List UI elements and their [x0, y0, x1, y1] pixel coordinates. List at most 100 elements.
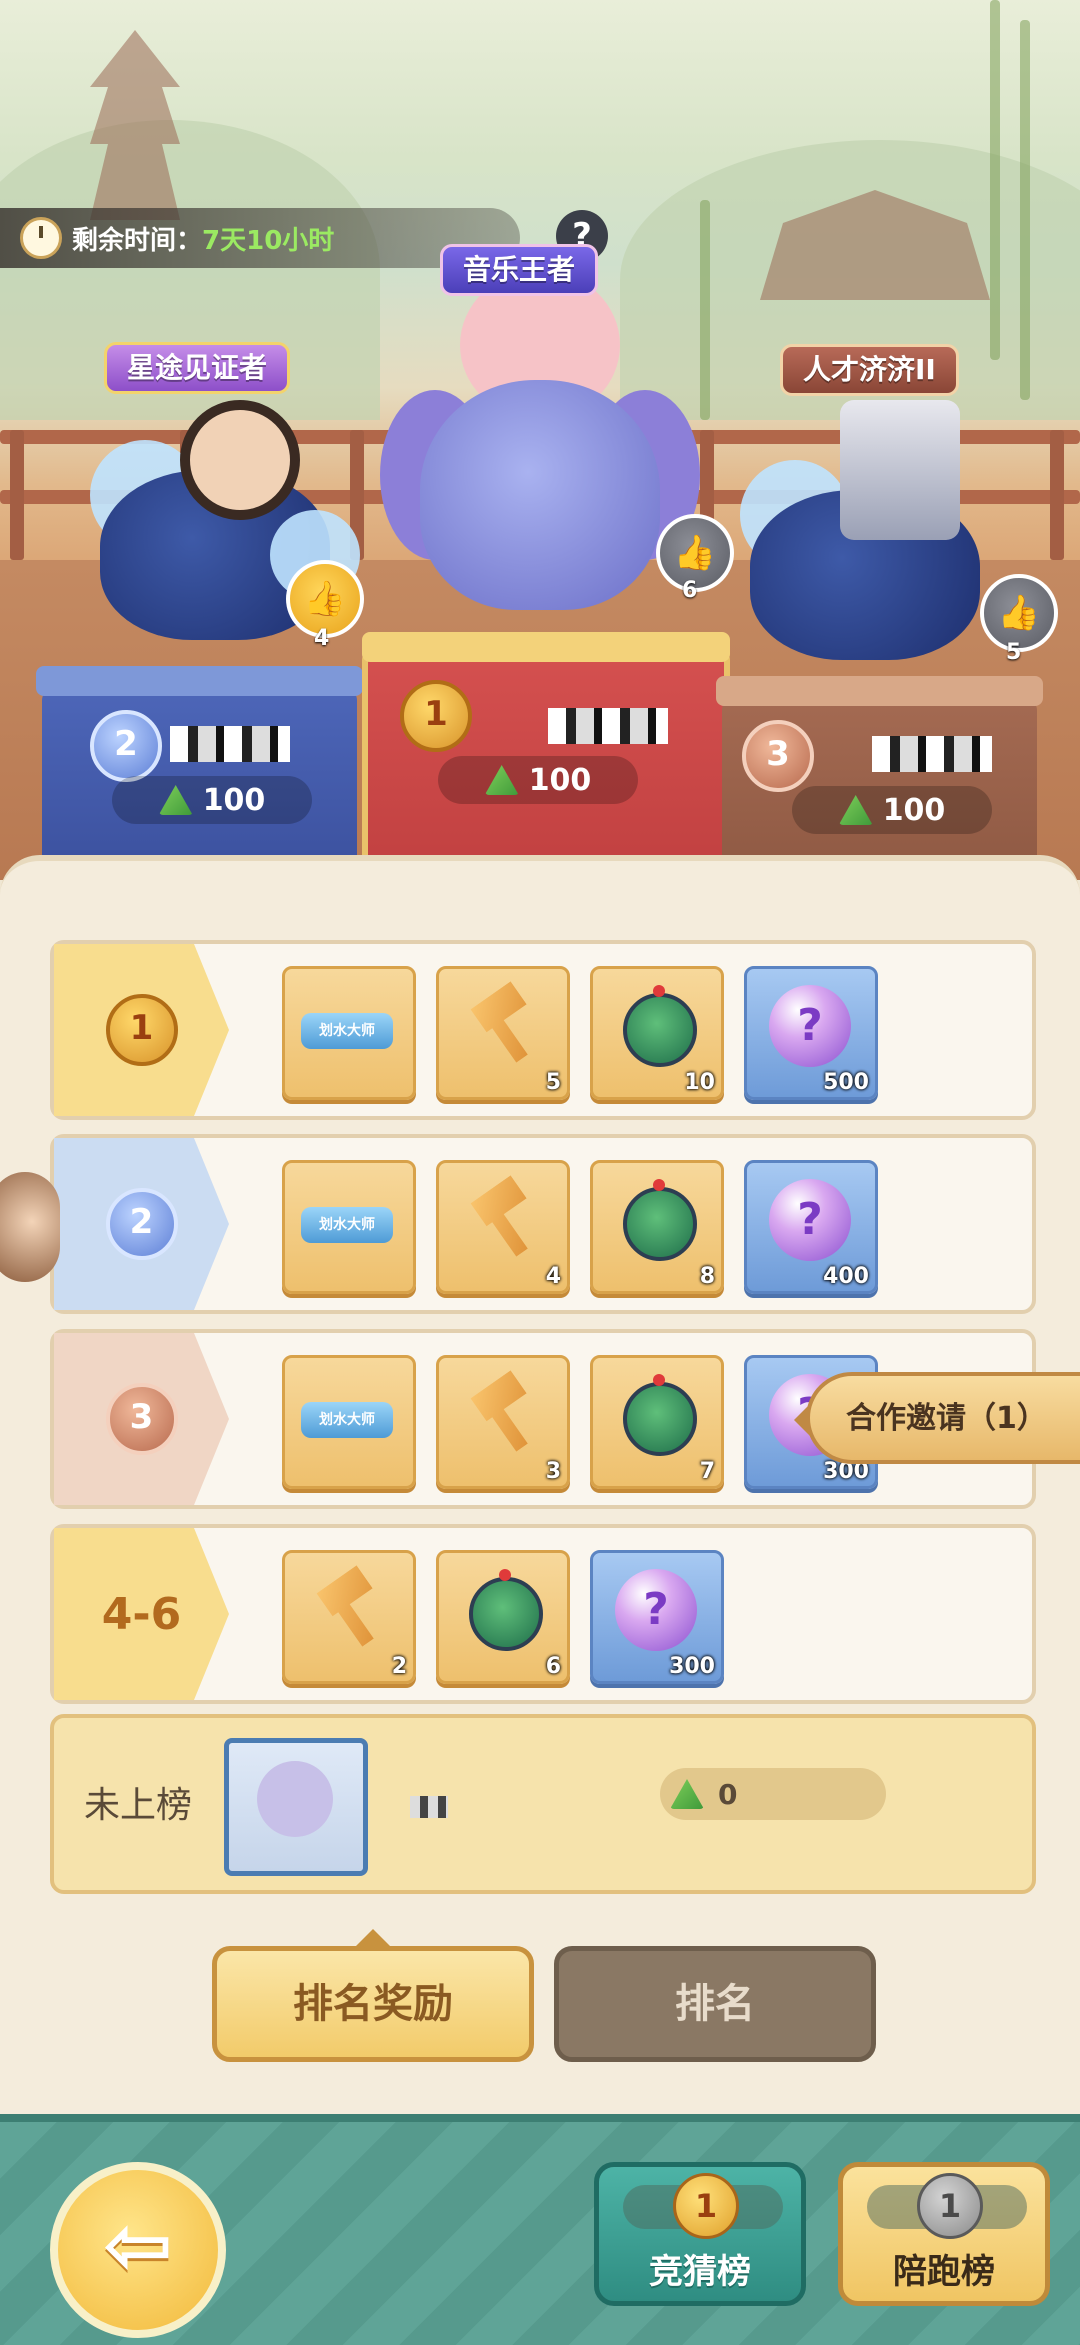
mystery-orb-icon: ?	[615, 1569, 697, 1651]
item-quantity: 5	[545, 1070, 561, 1095]
like-count-first: 6	[682, 578, 698, 603]
zongzi-icon	[670, 1779, 704, 1809]
score-pill-second: 100	[112, 776, 312, 824]
podium-first: 1 100	[362, 632, 730, 880]
item-quantity: 8	[699, 1264, 715, 1289]
reward-row-rank-4-6: 4-6 2 6 ? 300	[50, 1524, 1036, 1704]
title-card-item[interactable]: 划水大师	[282, 1355, 416, 1489]
title-card-label: 划水大师	[301, 1402, 393, 1438]
remaining-time-value: 7天10小时	[202, 225, 335, 256]
player-name-masked	[872, 736, 992, 772]
mystery-orb-icon: ?	[769, 1179, 851, 1261]
spinning-top-item[interactable]: 10	[590, 966, 724, 1100]
avatar[interactable]	[224, 1738, 368, 1876]
rank-medal-icon: 2	[105, 1188, 178, 1260]
avatar-face	[257, 1761, 333, 1837]
bamboo-decoration	[990, 0, 1000, 360]
hammer-item[interactable]: 5	[436, 966, 570, 1100]
rank-tag: 1	[54, 944, 229, 1116]
spinning-top-icon	[623, 1374, 697, 1456]
remaining-time-label: 剩余时间：	[72, 225, 203, 256]
score-value: 100	[528, 762, 592, 798]
mystery-orb-item[interactable]: ? 400	[744, 1160, 878, 1294]
my-score-value: 0	[718, 1777, 738, 1811]
my-rank-row: 未上榜 0	[50, 1714, 1036, 1894]
item-quantity: 2	[391, 1654, 407, 1679]
title-card-item[interactable]: 划水大师	[282, 966, 416, 1100]
clock-icon	[20, 217, 62, 259]
mystery-orb-icon: ?	[769, 985, 851, 1067]
tab-ranking[interactable]: 排名	[554, 1946, 876, 2062]
rank-medal-third: 3	[742, 720, 814, 792]
rank-medal-icon: 1	[917, 2173, 983, 2239]
podium-third: 3 100	[716, 676, 1043, 880]
hammer-icon	[453, 1175, 550, 1272]
coop-invite-button[interactable]: 合作邀请（1）	[794, 1372, 1080, 1464]
back-button[interactable]: ⇦	[50, 2162, 226, 2338]
rank-medal-icon: 1	[673, 2173, 739, 2239]
zongzi-icon	[484, 765, 519, 795]
title-badge-first: 音乐王者	[440, 244, 599, 296]
item-quantity: 500	[823, 1070, 869, 1095]
pacer-leaderboard-button[interactable]: 1 陪跑榜	[838, 2162, 1050, 2306]
hammer-icon	[453, 1370, 550, 1467]
first-place-character[interactable]	[380, 270, 700, 630]
item-quantity: 4	[545, 1264, 561, 1289]
rank-tag: 2	[54, 1138, 229, 1310]
spinning-top-icon	[469, 1569, 543, 1651]
spinning-top-item[interactable]: 7	[590, 1355, 724, 1489]
item-quantity: 300	[669, 1654, 715, 1679]
title-card-label: 划水大师	[301, 1013, 393, 1049]
rank-tag: 4-6	[54, 1528, 229, 1700]
pagoda-decoration	[90, 30, 180, 220]
spinning-top-item[interactable]: 6	[436, 1550, 570, 1684]
guess-leaderboard-button[interactable]: 1 竞猜榜	[594, 2162, 806, 2306]
mystery-orb-item[interactable]: ? 300	[590, 1550, 724, 1684]
guess-leaderboard-label: 竞猜榜	[649, 2252, 751, 2292]
player-name-masked	[548, 708, 668, 744]
item-quantity: 3	[545, 1459, 561, 1484]
mystery-orb-item[interactable]: ? 500	[744, 966, 878, 1100]
bamboo-decoration	[700, 200, 710, 420]
score-value: 100	[882, 792, 946, 828]
score-pill-first: 100	[438, 756, 638, 804]
item-quantity: 6	[545, 1654, 561, 1679]
reward-row-rank-2: 2 划水大师 4 8 ? 400	[50, 1134, 1036, 1314]
spinning-top-icon	[623, 985, 697, 1067]
side-avatar-icon[interactable]	[0, 1172, 60, 1282]
title-badge-third: 人才济济II	[780, 344, 959, 396]
title-card-item[interactable]: 划水大师	[282, 1160, 416, 1294]
rank-range-label: 4-6	[101, 1588, 182, 1640]
score-pill-third: 100	[792, 786, 992, 834]
podium-second: 2 100	[36, 666, 363, 880]
like-count-third: 5	[1006, 640, 1022, 665]
tab-ranking-rewards[interactable]: 排名奖励	[212, 1929, 534, 2062]
player-name-masked	[410, 1796, 448, 1818]
like-count-second: 4	[314, 626, 330, 651]
bottom-nav: ⇦ 1 竞猜榜 1 陪跑榜	[0, 2114, 1080, 2345]
rank-medal-icon: 1	[105, 994, 178, 1066]
pacer-leaderboard-label: 陪跑榜	[893, 2252, 995, 2292]
player-name-masked	[170, 726, 290, 762]
score-value: 100	[202, 782, 266, 818]
spinning-top-item[interactable]: 8	[590, 1160, 724, 1294]
my-score-pill: 0	[660, 1768, 886, 1820]
item-quantity: 10	[684, 1070, 715, 1095]
rank-medal-second: 2	[90, 710, 162, 782]
zongzi-icon	[158, 785, 193, 815]
hammer-item[interactable]: 2	[282, 1550, 416, 1684]
spinning-top-icon	[623, 1179, 697, 1261]
hammer-item[interactable]: 3	[436, 1355, 570, 1489]
reward-row-rank-1: 1 划水大师 5 10 ? 500	[50, 940, 1036, 1120]
rank-tag: 3	[54, 1333, 229, 1505]
item-quantity: 400	[823, 1264, 869, 1289]
hammer-item[interactable]: 4	[436, 1160, 570, 1294]
hammer-icon	[299, 1565, 396, 1662]
not-ranked-label: 未上榜	[84, 1785, 193, 1826]
third-place-character[interactable]	[730, 380, 1040, 690]
zongzi-icon	[838, 795, 873, 825]
title-badge-second: 星途见证者	[104, 342, 291, 394]
rank-medal-icon: 3	[105, 1383, 178, 1455]
bamboo-decoration	[1020, 20, 1030, 400]
title-card-label: 划水大师	[301, 1207, 393, 1243]
